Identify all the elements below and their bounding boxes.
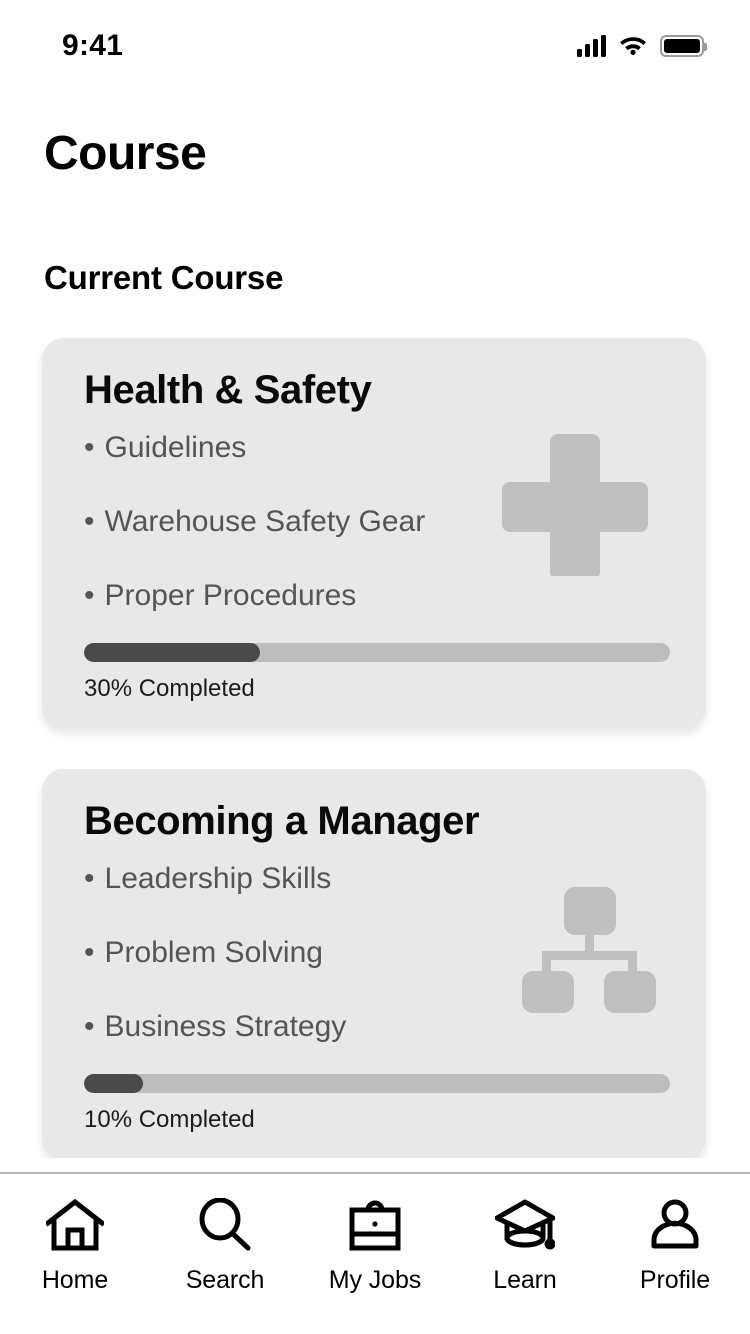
- course-topic: • Business Strategy: [84, 1012, 670, 1042]
- section-title: Current Course: [44, 259, 283, 297]
- status-bar-icons: [577, 33, 704, 60]
- battery-icon: [660, 35, 704, 57]
- wifi-icon: [618, 33, 648, 60]
- tab-my-jobs[interactable]: My Jobs: [300, 1196, 450, 1295]
- course-topic-label: Guidelines: [105, 431, 247, 464]
- course-progress: 30% Completed: [84, 643, 670, 703]
- tab-label: Profile: [640, 1266, 710, 1295]
- bullet-glyph: •: [84, 862, 95, 895]
- course-title: Health & Safety: [84, 368, 670, 413]
- status-bar-time: 9:41: [62, 29, 123, 63]
- tab-search[interactable]: Search: [150, 1196, 300, 1295]
- bullet-glyph: •: [84, 936, 95, 969]
- home-icon: [44, 1196, 106, 1254]
- tab-label: Learn: [493, 1266, 556, 1295]
- course-topic-label: Leadership Skills: [105, 862, 332, 895]
- tab-learn[interactable]: Learn: [450, 1196, 600, 1295]
- course-topic-label: Warehouse Safety Gear: [105, 505, 426, 538]
- search-icon: [194, 1196, 256, 1254]
- bullet-glyph: •: [84, 1010, 95, 1043]
- bottom-tab-bar: Home Search My Jobs: [0, 1172, 750, 1334]
- cellular-signal-icon: [577, 35, 606, 57]
- course-topic: • Guidelines: [84, 433, 670, 463]
- page-title: Course: [44, 126, 206, 181]
- course-topic-label: Proper Procedures: [105, 579, 357, 612]
- course-topic: • Problem Solving: [84, 938, 670, 968]
- course-topic: • Leadership Skills: [84, 864, 670, 894]
- course-list[interactable]: Health & Safety • Guidelines • Warehouse S…: [0, 330, 750, 1158]
- progress-label: 30% Completed: [84, 675, 670, 703]
- bullet-glyph: •: [84, 505, 95, 538]
- course-topic-list: • Guidelines • Warehouse Safety Gear • Prop…: [84, 433, 670, 611]
- bullet-glyph: •: [84, 431, 95, 464]
- progress-track: [84, 643, 670, 662]
- progress-fill: [84, 1074, 143, 1093]
- course-topic-label: Problem Solving: [105, 936, 323, 969]
- tab-home[interactable]: Home: [0, 1196, 150, 1295]
- course-topic-list: • Leadership Skills • Problem Solving • Bus…: [84, 864, 670, 1042]
- tab-label: Home: [42, 1266, 108, 1295]
- progress-label: 10% Completed: [84, 1106, 670, 1134]
- tab-label: My Jobs: [329, 1266, 421, 1295]
- progress-track: [84, 1074, 670, 1093]
- tab-profile[interactable]: Profile: [600, 1196, 750, 1295]
- course-topic-label: Business Strategy: [105, 1010, 347, 1043]
- status-bar: 9:41: [0, 0, 750, 92]
- course-card[interactable]: Health & Safety • Guidelines • Warehouse S…: [42, 338, 706, 729]
- course-progress: 10% Completed: [84, 1074, 670, 1134]
- briefcase-icon: [344, 1196, 406, 1254]
- course-title: Becoming a Manager: [84, 799, 670, 844]
- course-topic: • Warehouse Safety Gear: [84, 507, 670, 537]
- course-topic: • Proper Procedures: [84, 581, 670, 611]
- course-screen: 9:41 Course Current Course Health & Safe…: [0, 0, 750, 1334]
- course-card[interactable]: Becoming a Manager • Leadership Skills • P…: [42, 769, 706, 1158]
- graduation-cap-icon: [494, 1196, 556, 1254]
- progress-fill: [84, 643, 260, 662]
- person-icon: [644, 1196, 706, 1254]
- bullet-glyph: •: [84, 579, 95, 612]
- tab-label: Search: [186, 1266, 265, 1295]
